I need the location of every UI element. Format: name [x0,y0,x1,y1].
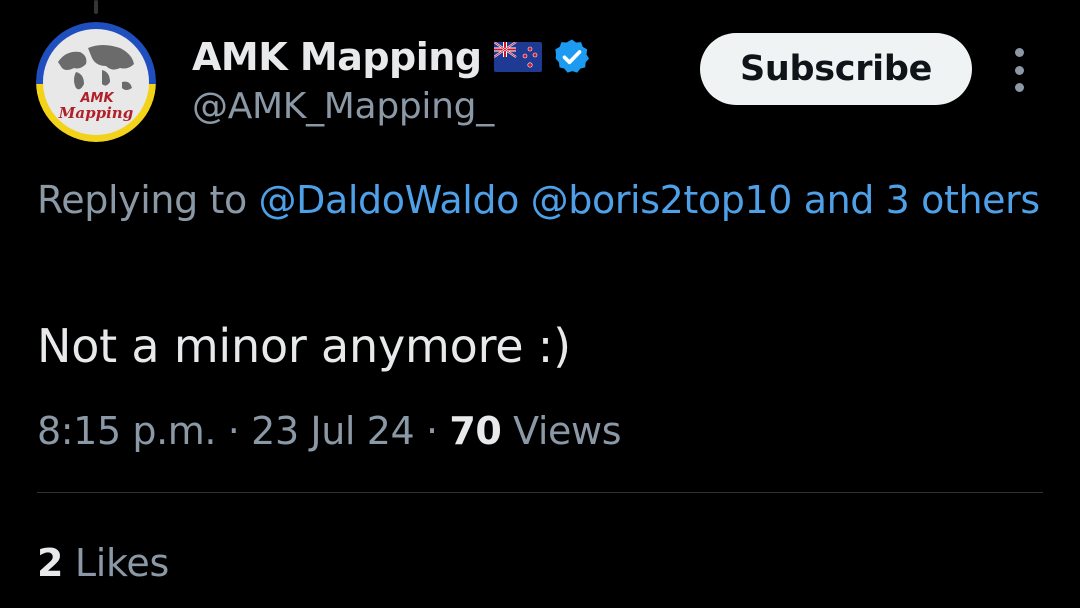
avatar-image: AMK Mapping [36,22,156,142]
divider [37,492,1043,493]
more-dot [1014,83,1024,92]
replying-to-label: Replying to [37,178,247,222]
views-count: 70 [449,409,502,453]
avatar-logo-text-line2: Mapping [58,104,133,122]
likes-link[interactable]: 2 Likes [37,536,169,590]
likes-count: 2 [37,541,64,585]
meta-separator: · [425,409,438,453]
mention-daldowaldo[interactable]: @DaldoWaldo [259,178,520,222]
tweet-meta: 8:15 p.m. · 23 Jul 24 · 70 Views [37,404,622,458]
more-dot [1014,65,1024,75]
tweet-detail: AMK Mapping AMK Mapping @AMK_Mapping_ Su… [0,0,1080,608]
mention-others[interactable]: and 3 others [804,178,1040,222]
avatar[interactable]: AMK Mapping [36,22,156,142]
display-name[interactable]: AMK Mapping [192,35,482,79]
replying-to: Replying to @DaldoWaldo @boris2top10 and… [37,170,1047,230]
handle[interactable]: @AMK_Mapping_ [192,86,592,127]
verified-badge-icon [552,37,592,77]
more-vertical-icon[interactable] [1004,48,1034,92]
more-dot [1014,48,1024,57]
mention-boris2top10[interactable]: @boris2top10 [531,178,793,222]
subscribe-button[interactable]: Subscribe [700,33,972,105]
author-info: AMK Mapping @AMK_Mapping_ [192,30,592,127]
name-row: AMK Mapping [192,30,592,84]
meta-separator: · [227,409,240,453]
tweet-time[interactable]: 8:15 p.m. [37,409,217,453]
thread-connector-line [94,0,98,14]
likes-label: Likes [74,541,169,585]
new-zealand-flag-icon [492,41,542,72]
tweet-text: Not a minor anymore :) [37,319,571,373]
views-label: Views [513,409,622,453]
tweet-date[interactable]: 23 Jul 24 [251,409,415,453]
